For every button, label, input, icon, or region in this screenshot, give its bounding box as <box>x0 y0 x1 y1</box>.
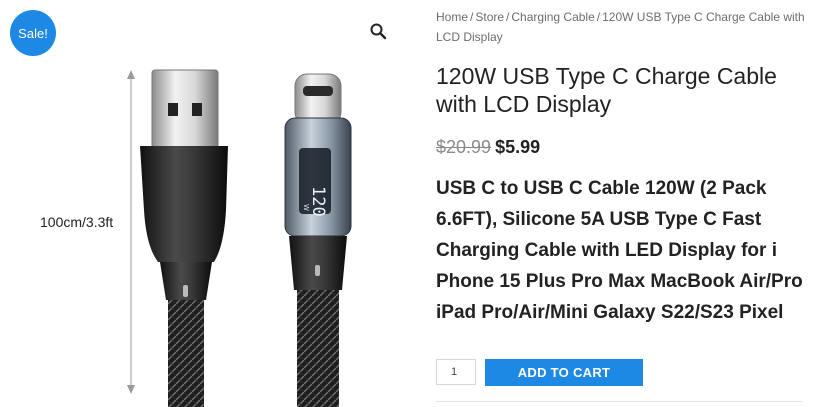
quantity-input[interactable] <box>436 359 476 385</box>
price: $20.99 $5.99 <box>436 137 540 158</box>
breadcrumb-charging-cable[interactable]: Charging Cable <box>511 10 594 24</box>
sale-badge: Sale! <box>10 10 56 56</box>
breadcrumb-separator: / <box>506 10 510 24</box>
breadcrumb-home[interactable]: Home <box>436 10 468 24</box>
breadcrumb-separator: / <box>470 10 474 24</box>
cable-length-label: 100cm/3.3ft <box>40 214 114 230</box>
short-description: USB C to USB C Cable 120W (2 Pack 6.6FT)… <box>436 178 803 323</box>
search-icon[interactable] <box>369 22 387 40</box>
divider <box>436 401 802 402</box>
sale-price: $5.99 <box>495 137 541 157</box>
breadcrumb-store[interactable]: Store <box>475 10 504 24</box>
add-to-cart-button[interactable]: ADD TO CART <box>485 359 643 386</box>
regular-price: $20.99 <box>436 137 492 157</box>
usb-a-connector <box>140 69 228 407</box>
add-to-cart-form: ADD TO CART <box>436 359 643 387</box>
product-gallery: Sale! 120 W 100cm/3.3ft <box>0 0 410 407</box>
usb-c-connector: 120 W <box>284 73 352 407</box>
lcd-reading: 120 <box>308 186 328 217</box>
product-summary: Home / Store / Charging Cable/120W USB Type … <box>436 0 821 407</box>
breadcrumb: Home / Store / Charging Cable/120W USB Type … <box>436 7 816 47</box>
dimension-line <box>127 70 135 394</box>
product-title: 120W USB Type C Charge Cable with LCD Di… <box>436 63 777 117</box>
lcd-unit: W <box>302 204 310 211</box>
product-image[interactable]: 120 W <box>0 0 410 407</box>
breadcrumb-separator: / <box>596 10 601 24</box>
